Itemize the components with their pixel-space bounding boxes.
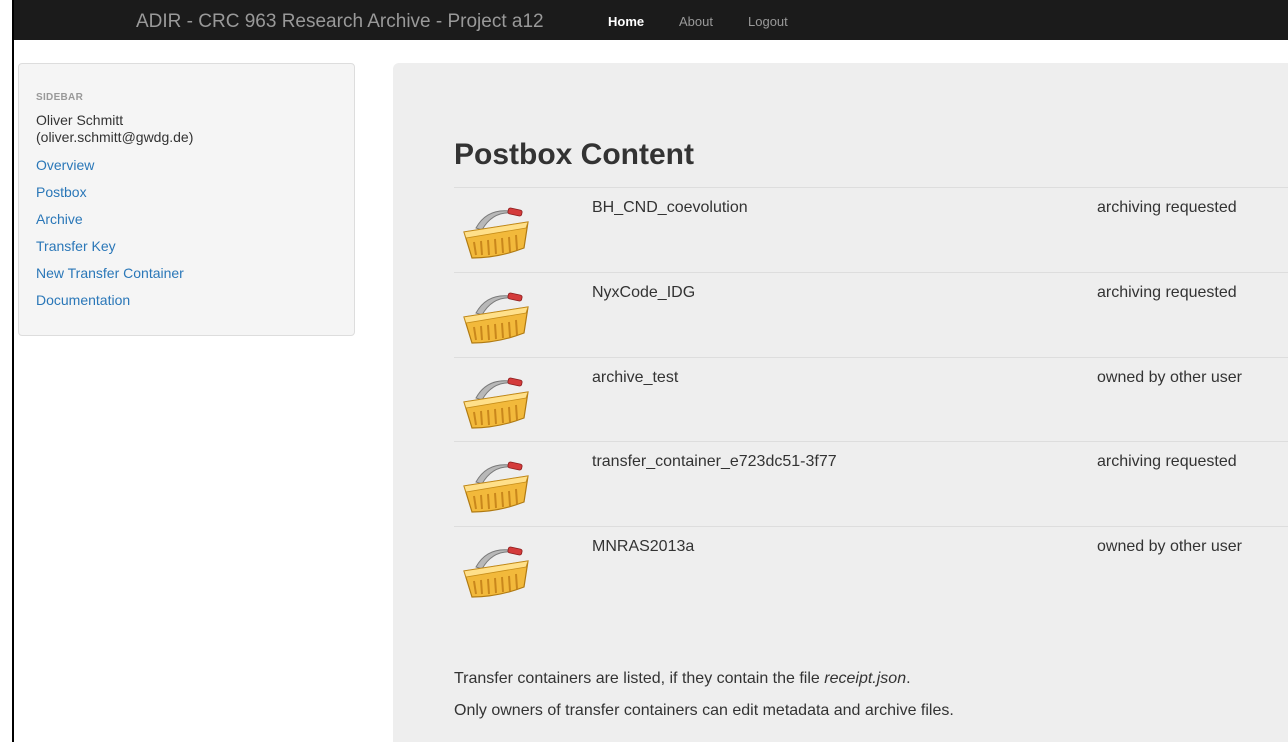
row-divider — [454, 526, 1288, 527]
row-divider — [454, 357, 1288, 358]
sidebar-item-transfer-key[interactable]: Transfer Key — [36, 238, 116, 254]
basket-icon[interactable] — [458, 202, 534, 262]
sidebar-item-archive[interactable]: Archive — [36, 211, 83, 227]
sidebar-header: SIDEBAR — [36, 92, 84, 103]
basket-icon[interactable] — [458, 456, 534, 516]
sidebar-user-info: Oliver Schmitt (oliver.schmitt@gwdg.de) — [36, 112, 193, 146]
page-title: Postbox Content — [454, 138, 694, 171]
container-status: archiving requested — [1097, 199, 1237, 216]
row-divider — [454, 187, 1288, 188]
sidebar-item-overview[interactable]: Overview — [36, 157, 94, 173]
sidebar-item-postbox[interactable]: Postbox — [36, 184, 87, 200]
window-frame — [0, 0, 14, 742]
user-name: Oliver Schmitt — [36, 112, 124, 128]
basket-icon[interactable] — [458, 287, 534, 347]
note-line-2: Only owners of transfer containers can e… — [454, 702, 954, 719]
container-status: owned by other user — [1097, 369, 1242, 386]
note-file: receipt.json — [824, 670, 907, 687]
container-status: owned by other user — [1097, 538, 1242, 555]
container-name[interactable]: MNRAS2013a — [592, 538, 694, 556]
container-name[interactable]: BH_CND_coevolution — [592, 199, 748, 217]
note-suffix: . — [906, 670, 911, 687]
app-brand[interactable]: ADIR - CRC 963 Research Archive - Projec… — [136, 11, 544, 33]
sidebar-item-new-transfer-container[interactable]: New Transfer Container — [36, 265, 184, 281]
container-status: archiving requested — [1097, 284, 1237, 301]
basket-icon[interactable] — [458, 372, 534, 432]
container-name[interactable]: transfer_container_e723dc51-3f77 — [592, 453, 837, 471]
nav-logout[interactable]: Logout — [748, 14, 788, 29]
row-divider — [454, 441, 1288, 442]
nav-home[interactable]: Home — [608, 14, 644, 29]
container-name[interactable]: archive_test — [592, 369, 678, 387]
note-line-1: Transfer containers are listed, if they … — [454, 670, 911, 688]
basket-icon[interactable] — [458, 541, 534, 601]
note-prefix: Transfer containers are listed, if they … — [454, 670, 825, 687]
container-status: archiving requested — [1097, 453, 1237, 470]
nav-about[interactable]: About — [679, 14, 713, 29]
container-name[interactable]: NyxCode_IDG — [592, 284, 695, 302]
row-divider — [454, 272, 1288, 273]
user-email: (oliver.schmitt@gwdg.de) — [36, 129, 194, 145]
sidebar-item-documentation[interactable]: Documentation — [36, 292, 130, 308]
